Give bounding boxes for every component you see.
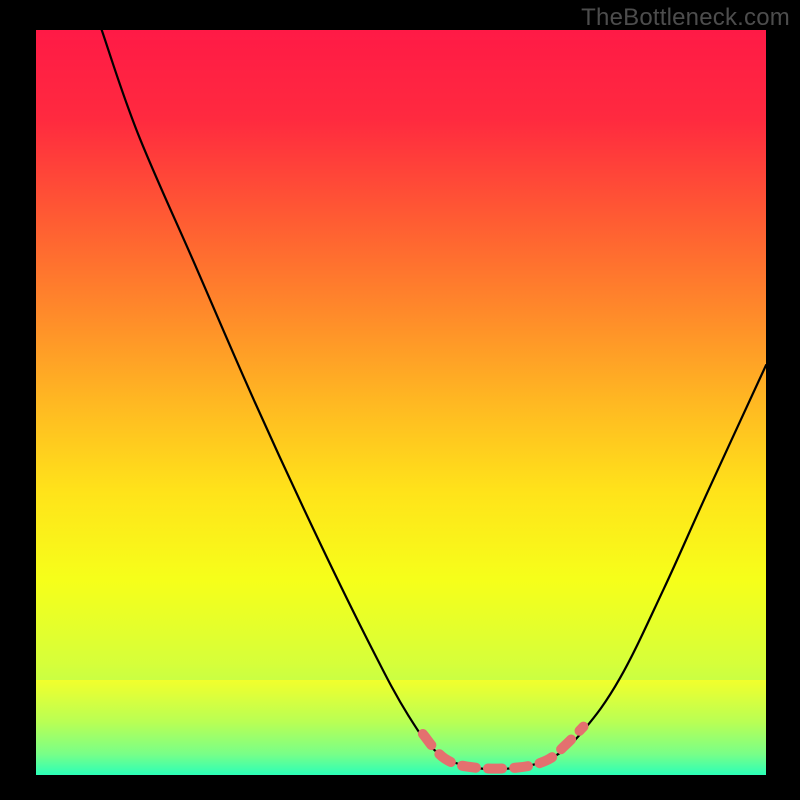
highlight-segment xyxy=(423,727,584,769)
bottleneck-curve xyxy=(102,30,766,769)
curve-layer xyxy=(36,30,766,775)
chart-frame: TheBottleneck.com xyxy=(0,0,800,800)
plot-area xyxy=(36,30,766,775)
watermark-label: TheBottleneck.com xyxy=(581,4,790,32)
